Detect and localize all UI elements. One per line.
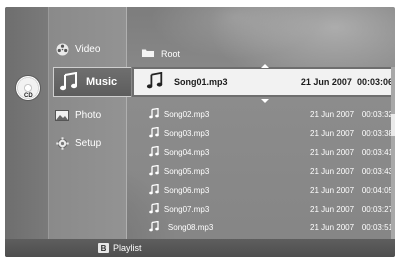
track-duration: 00:03:38	[361, 129, 393, 138]
music-note-icon	[149, 183, 162, 197]
track-duration: 00:03:51	[361, 223, 393, 232]
scrollbar-thumb[interactable]	[391, 114, 395, 136]
track-name: Song08.mp3	[167, 223, 214, 232]
track-row[interactable]: Song02.mp3 21 Jun 2007 00:03:32	[131, 105, 393, 124]
selection-marker-bottom	[261, 99, 269, 103]
track-name: Song03.mp3	[163, 129, 210, 138]
list-scrollbar[interactable]	[391, 67, 395, 239]
track-name: Song05.mp3	[163, 167, 210, 176]
music-note-icon	[149, 126, 162, 140]
device-rail: CD	[5, 7, 49, 239]
track-duration: 00:04:05	[361, 186, 393, 195]
music-note-icon	[149, 107, 162, 121]
track-row[interactable]: Song03.mp3 21 Jun 2007 00:03:38	[131, 124, 393, 143]
music-note-icon	[149, 145, 162, 159]
photo-icon	[55, 108, 69, 122]
track-date: 21 Jun 2007	[310, 148, 355, 157]
disc-label: CD	[24, 93, 33, 99]
media-browser-screen: CD Video Music Photo Setup Root Song01.m…	[5, 7, 395, 257]
track-date: 21 Jun 2007	[310, 110, 355, 119]
track-duration: 00:03:43	[361, 167, 393, 176]
music-note-icon	[146, 71, 164, 92]
track-date: 21 Jun 2007	[310, 223, 355, 232]
track-duration: 00:03:32	[361, 110, 393, 119]
menu-item-label: Music	[86, 76, 118, 88]
track-row[interactable]: Song08.mp3 21 Jun 2007 00:03:51	[131, 218, 393, 237]
video-icon	[55, 42, 69, 56]
track-list: Root Song01.mp3 21 Jun 2007 00:03:06 Son…	[131, 7, 395, 239]
track-row[interactable]: Song07.mp3 21 Jun 2007 00:03:27	[131, 200, 393, 219]
track-duration: 00:03:06	[356, 77, 393, 87]
gear-icon	[55, 136, 69, 150]
track-name: Song04.mp3	[163, 148, 210, 157]
menu-item-label: Photo	[75, 109, 102, 121]
track-name: Song07.mp3	[163, 205, 210, 214]
track-row[interactable]: Song05.mp3 21 Jun 2007 00:03:43	[131, 162, 393, 181]
music-note-icon	[149, 164, 162, 178]
menu-item-label: Video	[75, 43, 101, 55]
track-row[interactable]: Song06.mp3 21 Jun 2007 00:04:05	[131, 181, 393, 200]
track-date: 21 Jun 2007	[310, 186, 355, 195]
track-duration: 00:03:27	[361, 205, 393, 214]
track-name: Song02.mp3	[163, 110, 210, 119]
track-row-selected[interactable]: Song01.mp3 21 Jun 2007 00:03:06	[132, 67, 395, 97]
track-date: 21 Jun 2007	[310, 129, 355, 138]
track-duration: 00:03:41	[361, 148, 393, 157]
folder-label: Root	[161, 48, 181, 59]
track-row[interactable]: Song04.mp3 21 Jun 2007 00:03:41	[131, 143, 393, 162]
menu-item-setup[interactable]: Setup	[55, 131, 125, 155]
folder-icon	[141, 47, 155, 60]
music-note-icon	[149, 220, 162, 234]
menu-item-music[interactable]: Music	[53, 67, 131, 97]
category-menu: Video Music Photo Setup	[49, 7, 131, 239]
b-button-icon[interactable]: B	[98, 243, 109, 253]
folder-root[interactable]: Root	[141, 47, 180, 60]
track-name: Song01.mp3	[174, 77, 228, 87]
music-note-icon	[58, 72, 80, 92]
track-date: 21 Jun 2007	[300, 77, 352, 87]
selection-marker-top	[261, 64, 269, 68]
footer-bar: B Playlist	[5, 239, 395, 257]
track-date: 21 Jun 2007	[310, 205, 355, 214]
playlist-label[interactable]: Playlist	[113, 243, 142, 253]
menu-item-label: Setup	[75, 137, 102, 149]
menu-item-photo[interactable]: Photo	[55, 103, 125, 127]
menu-item-video[interactable]: Video	[55, 37, 125, 61]
track-date: 21 Jun 2007	[310, 167, 355, 176]
music-note-icon	[149, 202, 162, 216]
track-name: Song06.mp3	[163, 186, 210, 195]
